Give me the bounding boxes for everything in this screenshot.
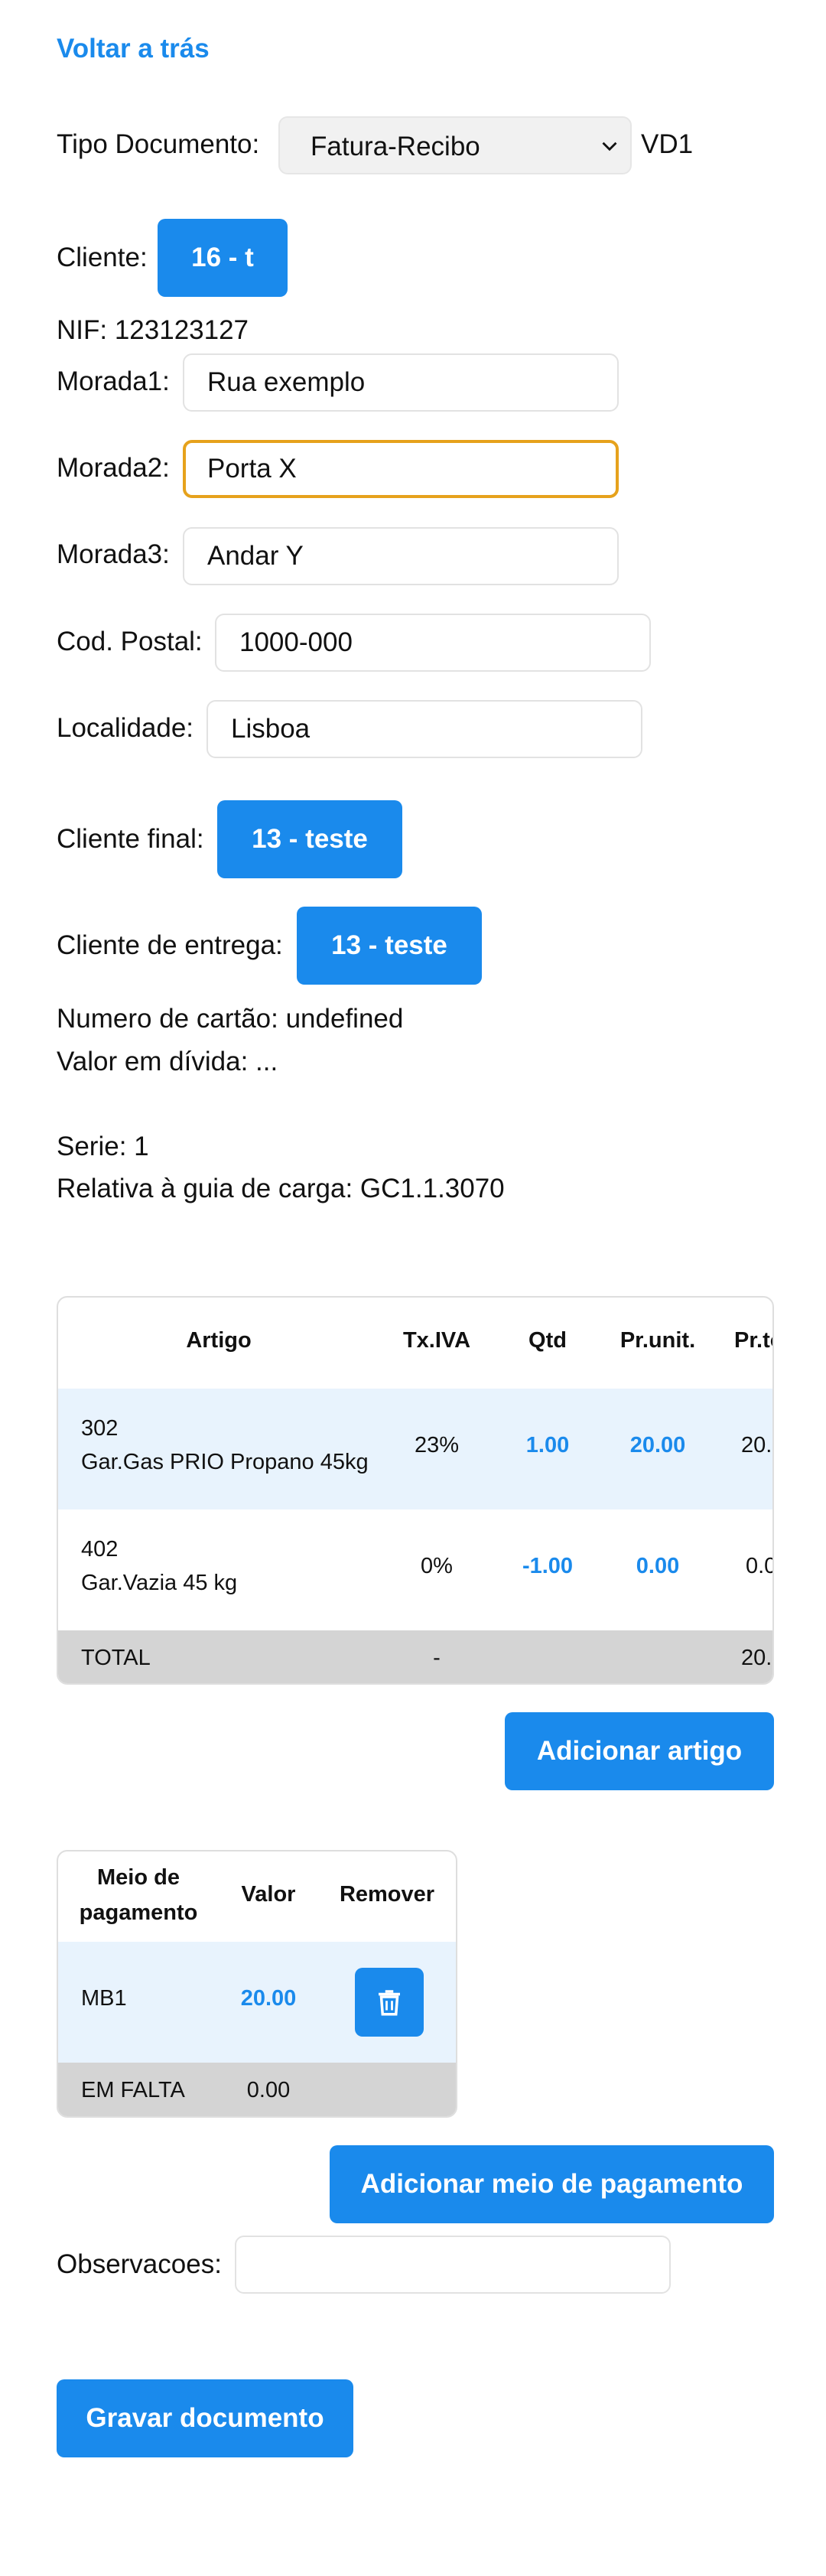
artigos-table: Artigo Tx.IVA Qtd Pr.unit. Pr.to 302 Gar… — [57, 1296, 774, 1685]
table-header: Meio de pagamento Valor Remover — [58, 1851, 456, 1942]
row-prunit[interactable]: 20.00 — [604, 1433, 711, 1458]
observacoes-label: Observacoes: — [57, 2249, 222, 2279]
pagamentos-table: Meio de pagamento Valor Remover MB1 20.0… — [57, 1850, 457, 2118]
morada2-label: Morada2: — [57, 453, 170, 483]
cliente-label: Cliente: — [57, 243, 148, 272]
header-txiva: Tx.IVA — [402, 1328, 471, 1353]
row-prunit[interactable]: 0.00 — [604, 1554, 711, 1579]
remove-payment-button[interactable] — [355, 1968, 424, 2037]
total-row: TOTAL - 20. — [58, 1630, 772, 1683]
gravar-documento-button[interactable]: Gravar documento — [57, 2379, 353, 2457]
observacoes-input[interactable] — [235, 2236, 671, 2294]
table-row[interactable]: 302 Gar.Gas PRIO Propano 45kg 23% 1.00 2… — [58, 1389, 772, 1509]
tipo-documento-value: Fatura-Recibo — [311, 132, 480, 161]
localidade-label: Localidade: — [57, 713, 194, 743]
header-prunit: Pr.unit. — [620, 1328, 696, 1353]
morada2-input[interactable]: Porta X — [183, 440, 619, 498]
row-prtotal: 20. — [741, 1433, 772, 1457]
tipo-documento-code: VD1 — [641, 129, 694, 159]
header-remover: Remover — [339, 1882, 435, 1907]
cliente-final-label: Cliente final: — [57, 824, 204, 854]
table-header: Artigo Tx.IVA Qtd Pr.unit. Pr.to — [58, 1298, 772, 1389]
guia-carga-text: Relativa à guia de carga: GC1.1.3070 — [57, 1174, 505, 1203]
row-code: 402 — [81, 1537, 119, 1562]
total-txiva: - — [433, 1646, 441, 1670]
header-qtd: Qtd — [528, 1328, 567, 1353]
header-valor: Valor — [241, 1882, 296, 1907]
table-row[interactable]: MB1 20.00 — [58, 1942, 456, 2063]
nif-text: NIF: 123123127 — [57, 315, 249, 345]
cliente-entrega-button[interactable]: 13 - teste — [297, 907, 482, 985]
cliente-button[interactable]: 16 - t — [158, 219, 288, 297]
morada1-input[interactable]: Rua exemplo — [183, 353, 619, 412]
valor-divida-text: Valor em dívida: ... — [57, 1047, 278, 1076]
row-desc: Gar.Gas PRIO Propano 45kg — [81, 1450, 369, 1474]
codpostal-input[interactable]: 1000-000 — [215, 614, 651, 672]
payment-meio: MB1 — [81, 1986, 127, 2011]
morada3-input[interactable]: Andar Y — [183, 527, 619, 585]
tipo-documento-select[interactable]: Fatura-Recibo — [278, 116, 632, 174]
adicionar-artigo-button[interactable]: Adicionar artigo — [505, 1712, 774, 1790]
row-prtotal: 0.0 — [746, 1554, 774, 1578]
row-txiva: 23% — [414, 1433, 460, 1457]
row-desc: Gar.Vazia 45 kg — [81, 1571, 238, 1595]
header-artigo: Artigo — [186, 1328, 252, 1353]
cliente-final-button[interactable]: 13 - teste — [217, 800, 402, 878]
tipo-documento-label: Tipo Documento: — [57, 129, 260, 159]
header-meio-line1: Meio de — [97, 1865, 180, 1890]
codpostal-label: Cod. Postal: — [57, 627, 203, 656]
row-qtd[interactable]: 1.00 — [502, 1433, 593, 1458]
falta-valor: 0.00 — [246, 2078, 291, 2102]
table-row[interactable]: 402 Gar.Vazia 45 kg 0% -1.00 0.00 0.0 — [58, 1509, 772, 1630]
morada1-label: Morada1: — [57, 366, 170, 396]
row-code: 302 — [81, 1416, 119, 1441]
falta-label: EM FALTA — [81, 2078, 185, 2102]
chevron-down-icon — [602, 142, 617, 151]
morada3-label: Morada3: — [57, 539, 170, 569]
header-meio-line2: pagamento — [79, 1900, 198, 1925]
numero-cartao-text: Numero de cartão: undefined — [57, 1004, 404, 1034]
trash-icon — [379, 1990, 400, 2016]
localidade-input[interactable]: Lisboa — [206, 700, 642, 758]
adicionar-meio-pagamento-button[interactable]: Adicionar meio de pagamento — [330, 2145, 774, 2223]
total-label: TOTAL — [81, 1646, 151, 1670]
row-txiva: 0% — [421, 1554, 453, 1578]
header-prtotal: Pr.to — [734, 1328, 772, 1353]
back-link[interactable]: Voltar a trás — [57, 34, 210, 64]
total-prtotal: 20. — [741, 1646, 772, 1670]
falta-row: EM FALTA 0.00 — [58, 2063, 456, 2116]
row-qtd[interactable]: -1.00 — [502, 1554, 593, 1579]
serie-text: Serie: 1 — [57, 1132, 149, 1161]
payment-valor[interactable]: 20.00 — [219, 1986, 318, 2011]
cliente-entrega-label: Cliente de entrega: — [57, 930, 283, 960]
